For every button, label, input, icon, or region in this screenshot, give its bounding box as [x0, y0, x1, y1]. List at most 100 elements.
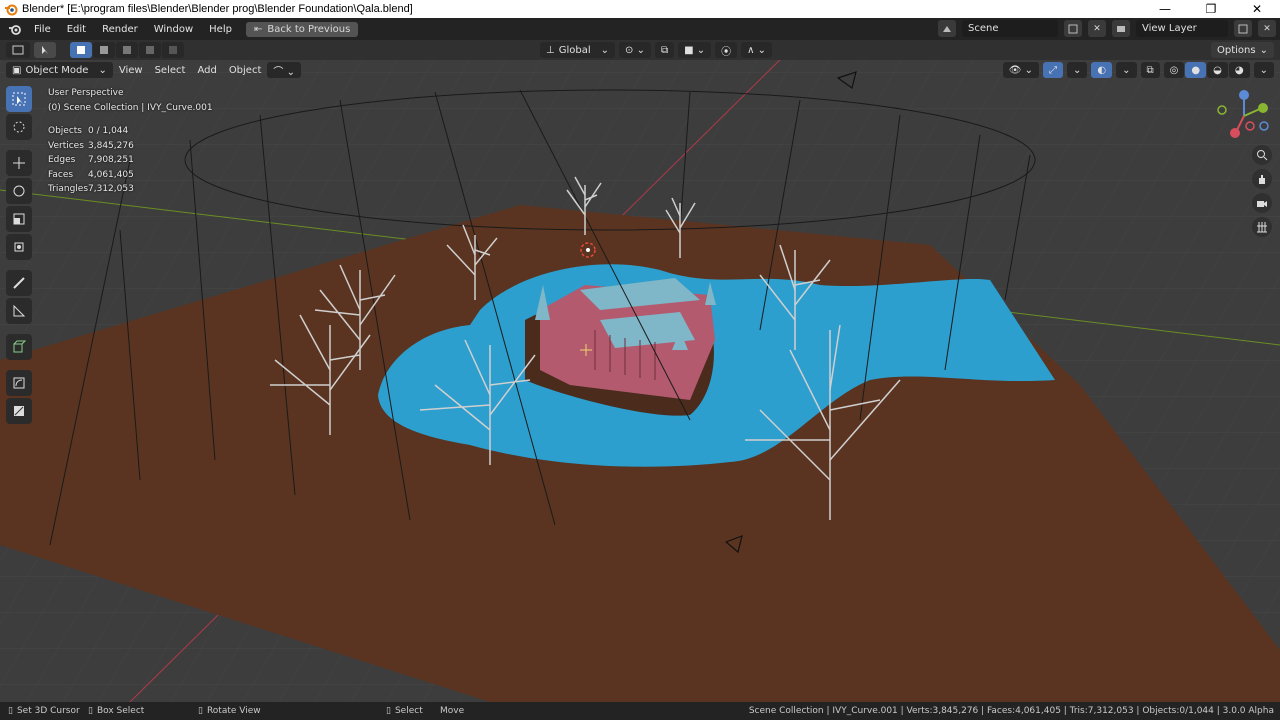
hint-label: Set 3D Cursor — [16, 706, 80, 716]
status-bar: ▯ Set 3D Cursor ▯ Box Select ▯ Rotate Vi… — [0, 702, 1280, 720]
xray-toggle-icon[interactable]: ⧉ — [1140, 62, 1160, 78]
minimize-button[interactable]: — — [1142, 0, 1188, 18]
editor-type-icon[interactable] — [6, 42, 30, 58]
object-type-filter-icon[interactable]: ⌒ ⌄ — [267, 62, 301, 78]
hint-label: Box Select — [96, 706, 145, 716]
measure-tool-icon[interactable] — [6, 298, 32, 324]
move-tool-icon[interactable] — [6, 150, 32, 176]
snap-toggle-icon[interactable]: ⧉ — [654, 42, 675, 58]
stat-label: Triangles — [48, 184, 89, 194]
mode-label: Object Mode — [25, 64, 89, 76]
shear-tool-icon[interactable] — [6, 370, 32, 396]
select-mode-new-icon[interactable] — [70, 42, 92, 58]
close-button[interactable]: ✕ — [1234, 0, 1280, 18]
delete-view-layer-icon[interactable]: ✕ — [1258, 20, 1276, 37]
scene-field[interactable]: Scene — [962, 20, 1058, 37]
chevron-down-icon: ⌄ — [600, 44, 610, 56]
options-dropdown[interactable]: Options ⌄ — [1211, 42, 1274, 58]
tool-settings-header: ⊥ Global ⌄ ⊙ ⌄ ⧉ ■ ⌄ ⦿ ∧ ⌄ Options ⌄ — [0, 40, 1280, 60]
zoom-icon[interactable] — [1252, 145, 1272, 165]
orientation-label: Global — [558, 44, 591, 56]
rotate-tool-icon[interactable] — [6, 178, 32, 204]
menu-view[interactable]: View — [113, 65, 149, 76]
stat-row: Vertices 3,845,276 — [48, 139, 134, 154]
perspective-label: User Perspective — [48, 88, 124, 98]
new-view-layer-icon[interactable] — [1234, 20, 1252, 37]
mode-dropdown[interactable]: ▣ Object Mode ⌄ — [6, 62, 113, 78]
tool-shelf — [6, 86, 34, 424]
snap-target-icon[interactable]: ■ ⌄ — [678, 42, 712, 58]
perspective-toggle-icon[interactable] — [1252, 217, 1272, 237]
shading-dropdown-icon[interactable]: ⌄ — [1253, 62, 1274, 78]
gizmo-toggle-icon[interactable]: ⤢ — [1043, 62, 1064, 78]
scene-selector-icon[interactable] — [938, 20, 956, 37]
hint-label: Select — [394, 706, 423, 716]
menu-select[interactable]: Select — [149, 65, 192, 76]
blender-menu-icon[interactable] — [8, 22, 22, 36]
collection-label: (0) Scene Collection | IVY_Curve.001 — [48, 102, 213, 113]
pan-hand-icon[interactable] — [1252, 169, 1272, 189]
select-box-tool-icon[interactable] — [6, 86, 32, 112]
rendered-shading-icon[interactable]: ◕ — [1228, 62, 1250, 78]
proportional-editing-icon[interactable]: ⦿ — [715, 42, 738, 58]
3d-viewport[interactable] — [0, 40, 1280, 702]
chevron-down-icon: ⌄ — [1259, 44, 1268, 56]
orientation-icon: ⊥ — [546, 44, 555, 56]
view-layer-field[interactable]: View Layer — [1136, 20, 1228, 37]
stat-label: Objects — [48, 126, 83, 136]
scale-tool-icon[interactable] — [6, 206, 32, 232]
menu-help[interactable]: Help — [201, 24, 240, 35]
new-scene-icon[interactable] — [1064, 20, 1082, 37]
stat-row: Triangles 7,312,053 — [48, 182, 134, 197]
hint-move: Move — [440, 706, 464, 716]
falloff-icon[interactable]: ∧ ⌄ — [741, 42, 772, 58]
transform-tool-icon[interactable] — [6, 234, 32, 260]
pivot-point-icon[interactable]: ⊙ ⌄ — [619, 42, 651, 58]
menu-add[interactable]: Add — [191, 65, 222, 76]
push-pull-tool-icon[interactable] — [6, 398, 32, 424]
transform-orientation-dropdown[interactable]: ⊥ Global ⌄ — [540, 42, 616, 58]
stat-row: Edges 7,908,251 — [48, 153, 134, 168]
stat-label: Edges — [48, 155, 76, 165]
back-to-previous-label: Back to Previous — [267, 23, 351, 35]
window-title: Blender* [E:\program files\Blender\Blend… — [22, 3, 413, 15]
overlay-dropdown-icon[interactable]: ⌄ — [1116, 62, 1137, 78]
wireframe-shading-icon[interactable]: ◎ — [1163, 62, 1185, 78]
menu-window[interactable]: Window — [146, 24, 201, 35]
mouse-right-icon: ▯ — [386, 706, 391, 716]
menu-object[interactable]: Object — [223, 65, 268, 76]
add-cube-tool-icon[interactable] — [6, 334, 32, 360]
menu-file[interactable]: File — [26, 24, 59, 35]
select-mode-extend-icon[interactable] — [93, 42, 115, 58]
options-label: Options — [1217, 44, 1256, 56]
delete-scene-icon[interactable]: ✕ — [1088, 20, 1106, 37]
viewport-info: User Perspective (0) Scene Collection | … — [48, 86, 213, 115]
visibility-icon[interactable]: 👁 ⌄ — [1002, 62, 1040, 78]
status-info: Scene Collection | IVY_Curve.001 | Verts… — [748, 706, 1274, 716]
mouse-left-icon: ▯ — [8, 706, 13, 716]
navigation-gizmo[interactable] — [1212, 88, 1276, 142]
back-icon: ⇤ — [253, 23, 263, 35]
back-to-previous-button[interactable]: ⇤ Back to Previous — [245, 21, 359, 37]
scene-statistics: Objects 0 / 1,044 Vertices 3,845,276 Edges… — [48, 124, 134, 197]
stat-value: 7,908,251 — [88, 155, 134, 165]
hint-label: Move — [440, 706, 465, 716]
scene-render[interactable] — [0, 40, 1280, 702]
select-mode-intersect-icon[interactable] — [162, 42, 184, 58]
select-tool-icon[interactable] — [34, 42, 56, 58]
gizmo-dropdown-icon[interactable]: ⌄ — [1067, 62, 1088, 78]
menu-render[interactable]: Render — [94, 24, 146, 35]
menu-edit[interactable]: Edit — [59, 24, 94, 35]
select-mode-subtract-icon[interactable] — [116, 42, 138, 58]
solid-shading-icon[interactable]: ● — [1185, 62, 1207, 78]
maximize-button[interactable]: ❐ — [1188, 0, 1234, 18]
camera-view-icon[interactable] — [1252, 193, 1272, 213]
cursor-tool-icon[interactable] — [6, 114, 32, 140]
chevron-down-icon: ⌄ — [98, 64, 107, 76]
overlay-toggle-icon[interactable]: ◐ — [1091, 62, 1113, 78]
annotate-tool-icon[interactable] — [6, 270, 32, 296]
view-layer-icon[interactable] — [1112, 20, 1130, 37]
select-mode-invert-icon[interactable] — [139, 42, 161, 58]
stat-value: 4,061,405 — [88, 169, 134, 180]
material-shading-icon[interactable]: ◒ — [1207, 62, 1228, 78]
